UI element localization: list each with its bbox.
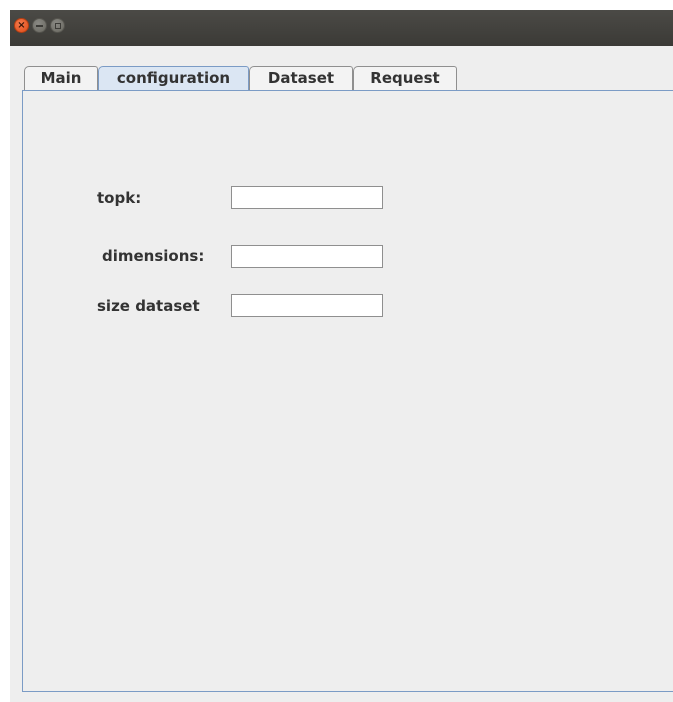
- topk-input[interactable]: [231, 186, 383, 209]
- topk-label: topk:: [97, 189, 142, 207]
- close-icon: ×: [17, 19, 26, 31]
- close-window-button[interactable]: ×: [14, 18, 29, 33]
- tab-configuration-label: configuration: [116, 69, 231, 87]
- maximize-icon: [54, 22, 61, 29]
- title-bar[interactable]: ×: [10, 10, 673, 46]
- tab-request-label: Request: [370, 69, 440, 87]
- dimensions-label: dimensions:: [102, 247, 205, 265]
- maximize-window-button[interactable]: [50, 18, 65, 33]
- application-window: × Main configuration Dataset Request top…: [10, 10, 673, 702]
- configuration-panel: [22, 90, 673, 692]
- tab-dataset-label: Dataset: [267, 69, 335, 87]
- minimize-window-button[interactable]: [32, 18, 47, 33]
- tab-main-label: Main: [40, 69, 82, 87]
- size-dataset-label: size dataset: [97, 297, 200, 315]
- minimize-icon: [36, 24, 43, 27]
- tab-main[interactable]: Main: [24, 66, 98, 90]
- dimensions-input[interactable]: [231, 245, 383, 268]
- size-dataset-input[interactable]: [231, 294, 383, 317]
- tab-request[interactable]: Request: [353, 66, 457, 90]
- tab-dataset[interactable]: Dataset: [249, 66, 353, 90]
- tab-configuration[interactable]: configuration: [98, 66, 249, 91]
